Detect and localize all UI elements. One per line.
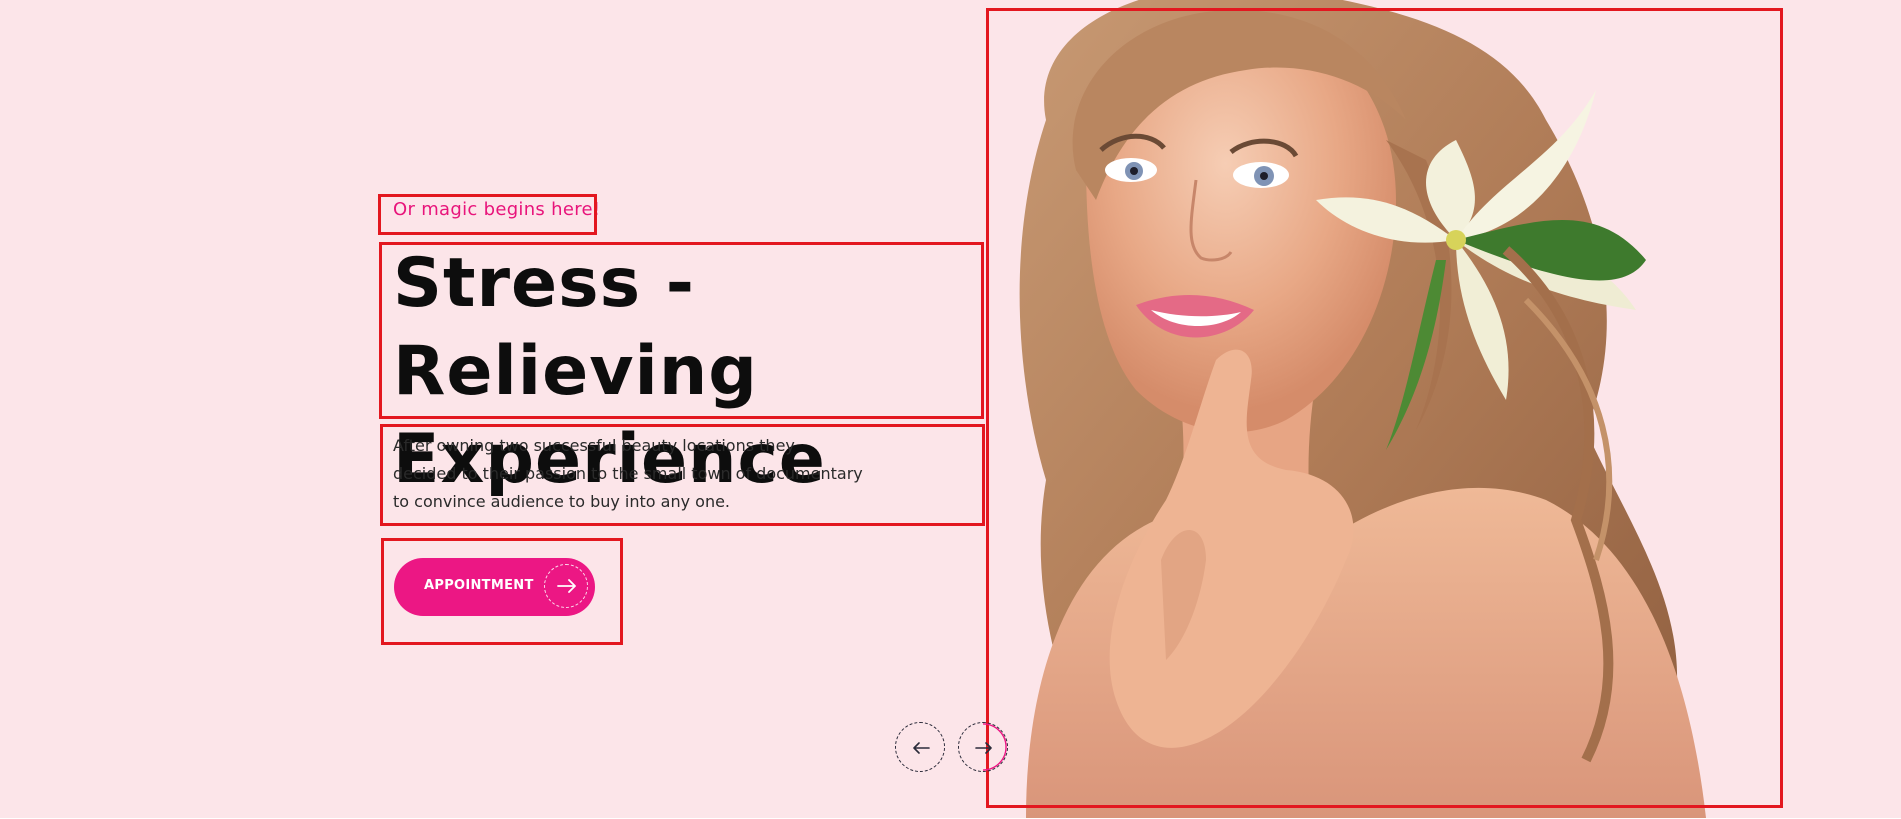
eyebrow-highlight-box xyxy=(378,194,597,235)
slider-prev-button[interactable] xyxy=(895,722,945,772)
slider-next-button[interactable] xyxy=(958,722,1008,772)
arrow-left-icon xyxy=(913,742,930,754)
hero-section: Or magic begins here! Stress - Relieving… xyxy=(0,0,1901,818)
button-highlight-box xyxy=(381,538,623,645)
arrow-right-icon xyxy=(975,742,992,754)
title-highlight-box xyxy=(379,242,984,419)
description-highlight-box xyxy=(380,424,985,526)
image-highlight-box xyxy=(986,8,1783,808)
